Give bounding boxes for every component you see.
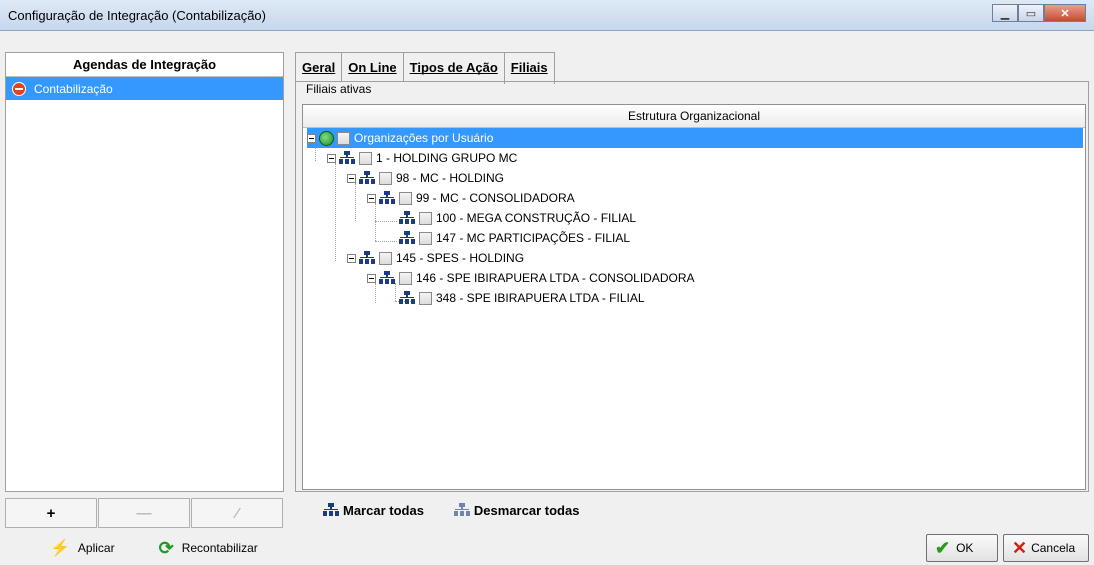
org-chart-icon [359, 251, 375, 265]
node-checkbox[interactable] [419, 231, 432, 245]
filiais-group-label: Filiais ativas [303, 82, 375, 96]
ok-button[interactable]: ✔ OK [926, 534, 998, 562]
collapse-icon[interactable] [367, 193, 376, 203]
title-bar: Configuração de Integração (Contabilizaç… [0, 0, 1094, 31]
agendas-header: Agendas de Integração [6, 53, 283, 77]
org-chart-icon [379, 191, 395, 205]
mark-all-label: Marcar todas [343, 502, 424, 518]
ok-label: OK [956, 541, 974, 555]
tree-node-label: 145 - SPES - HOLDING [396, 251, 525, 265]
org-chart-icon [359, 171, 375, 185]
node-checkbox[interactable] [419, 291, 432, 305]
stop-icon [12, 81, 26, 96]
column-header-estrutura[interactable]: Estrutura Organizacional [303, 105, 1085, 128]
maximize-button[interactable]: ▭ [1018, 4, 1044, 22]
mark-all-button[interactable]: Marcar todas [323, 503, 424, 518]
tab-geral[interactable]: Geral [295, 52, 343, 81]
globe-icon [319, 130, 334, 146]
collapse-icon[interactable] [347, 173, 356, 183]
node-checkbox[interactable] [359, 151, 372, 165]
lightning-icon: ⚡ [50, 540, 70, 557]
tab-tipos-de-acao[interactable]: Tipos de Ação [402, 52, 505, 81]
org-chart-icon [339, 151, 355, 165]
unmark-all-button[interactable]: Desmarcar todas [453, 502, 580, 518]
collapse-icon[interactable] [367, 273, 376, 283]
org-chart-icon [323, 503, 339, 517]
tree-node[interactable]: 145 - SPES - HOLDING [347, 248, 524, 268]
cancel-label: Cancela [1031, 541, 1076, 555]
footer-bar: ⚡ Aplicar ⟳ Recontabilizar ✔ OK ✕ Cancel… [5, 533, 1089, 563]
org-chart-icon [379, 271, 395, 285]
collapse-icon[interactable] [307, 133, 316, 143]
collapse-icon[interactable] [347, 253, 356, 263]
tree-node[interactable]: 146 - SPE IBIRAPUERA LTDA - CONSOLIDADOR… [367, 268, 695, 288]
org-chart-outline-icon [453, 503, 470, 517]
unmark-all-label: Desmarcar todas [473, 502, 580, 518]
agenda-item-contabilizacao[interactable]: Contabilização [6, 77, 283, 100]
tree-node-label: 100 - MEGA CONSTRUÇÃO - FILIAL [436, 211, 637, 225]
minimize-button[interactable]: ▁ [992, 4, 1018, 22]
x-icon: ✕ [1012, 537, 1028, 558]
tree-connector [375, 203, 376, 241]
tree-node[interactable]: 98 - MC - HOLDING [347, 168, 504, 188]
org-chart-icon [399, 291, 415, 305]
node-checkbox[interactable] [399, 271, 412, 285]
agenda-buttons: + — ⁄ [5, 498, 284, 528]
close-button[interactable]: ✕ [1044, 4, 1086, 22]
tree-connector [375, 221, 397, 222]
tree-node-root[interactable]: Organizações por Usuário [307, 128, 1083, 148]
tree-node-label: 99 - MC - CONSOLIDADORA [416, 191, 575, 205]
collapse-icon[interactable] [327, 153, 336, 163]
agenda-item-label: Contabilização [34, 81, 113, 96]
tree-node[interactable]: 99 - MC - CONSOLIDADORA [367, 188, 575, 208]
tree-node[interactable]: 100 - MEGA CONSTRUÇÃO - FILIAL [399, 208, 636, 228]
edit-agenda-button[interactable]: ⁄ [191, 498, 283, 528]
refresh-icon: ⟳ [158, 537, 174, 558]
org-chart-icon [399, 211, 415, 225]
node-checkbox[interactable] [419, 211, 432, 225]
tree-node[interactable]: 147 - MC PARTICIPAÇÕES - FILIAL [399, 228, 630, 248]
selection-toolbar: Marcar todas Desmarcar todas [295, 492, 1089, 528]
tree-connector [375, 241, 397, 242]
tree-node-label: 1 - HOLDING GRUPO MC [376, 151, 518, 165]
org-chart-icon [399, 231, 415, 245]
cancel-button[interactable]: ✕ Cancela [1003, 534, 1089, 562]
window-title: Configuração de Integração (Contabilizaç… [8, 8, 266, 23]
window-controls: ▁ ▭ ✕ [992, 4, 1086, 22]
agendas-panel: Agendas de Integração Contabilização [5, 52, 284, 492]
tree-node-label: Organizações por Usuário [354, 131, 494, 145]
node-checkbox[interactable] [379, 251, 392, 265]
tree-node-label: 98 - MC - HOLDING [396, 171, 505, 185]
checkmark-icon: ✔ [935, 537, 951, 558]
node-checkbox[interactable] [379, 171, 392, 185]
tree-node[interactable]: 348 - SPE IBIRAPUERA LTDA - FILIAL [399, 288, 645, 308]
tree-node[interactable]: 1 - HOLDING GRUPO MC [327, 148, 517, 168]
recontabilizar-button[interactable]: ⟳ Recontabilizar [159, 538, 258, 559]
tab-filiais[interactable]: Filiais [503, 52, 555, 84]
node-checkbox[interactable] [399, 191, 412, 205]
org-tree[interactable]: Estrutura Organizacional Organizações po… [302, 104, 1086, 490]
recontabilizar-label: Recontabilizar [181, 541, 258, 555]
tree-node-label: 146 - SPE IBIRAPUERA LTDA - CONSOLIDADOR… [416, 271, 695, 285]
tree-connector [335, 163, 336, 261]
tree-connector [355, 183, 356, 221]
tree-node-label: 147 - MC PARTICIPAÇÕES - FILIAL [436, 231, 631, 245]
remove-agenda-button[interactable]: — [98, 498, 190, 528]
apply-label: Aplicar [77, 541, 115, 555]
apply-button[interactable]: ⚡ Aplicar [50, 538, 115, 558]
add-agenda-button[interactable]: + [5, 498, 97, 528]
tree-node-label: 348 - SPE IBIRAPUERA LTDA - FILIAL [436, 291, 645, 305]
node-checkbox[interactable] [337, 131, 350, 145]
tab-online[interactable]: On Line [341, 52, 404, 81]
tab-bar: Geral On Line Tipos de Ação Filiais [295, 52, 555, 84]
